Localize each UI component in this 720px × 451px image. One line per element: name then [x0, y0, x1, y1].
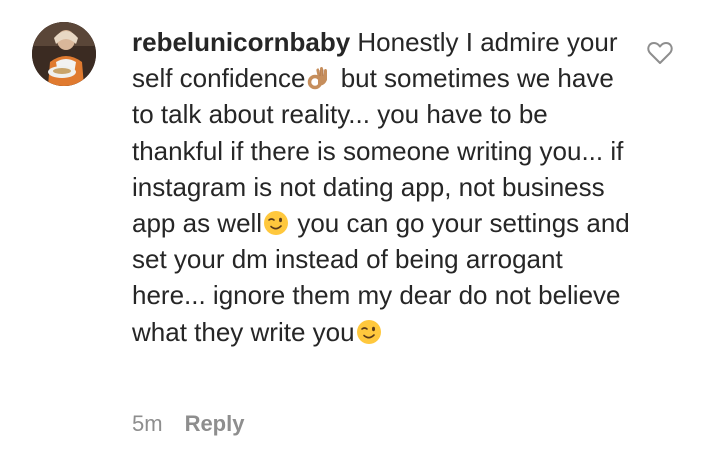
- comment-text: rebelunicornbaby Honestly I admire your …: [132, 24, 632, 350]
- like-button[interactable]: [646, 40, 674, 66]
- avatar-photo: [32, 22, 96, 86]
- winking-face-emoji: [356, 319, 382, 345]
- comment-timestamp: 5m: [132, 411, 163, 436]
- comment-username[interactable]: rebelunicornbaby: [132, 27, 350, 57]
- winking-face-emoji: [263, 210, 289, 236]
- comment-item: rebelunicornbaby Honestly I admire your …: [0, 0, 720, 451]
- reply-button[interactable]: Reply: [185, 411, 245, 436]
- ok-hand-emoji: [306, 65, 332, 91]
- comment-meta: 5m Reply: [132, 408, 244, 440]
- heart-outline-icon: [647, 42, 673, 64]
- user-avatar[interactable]: [32, 22, 96, 86]
